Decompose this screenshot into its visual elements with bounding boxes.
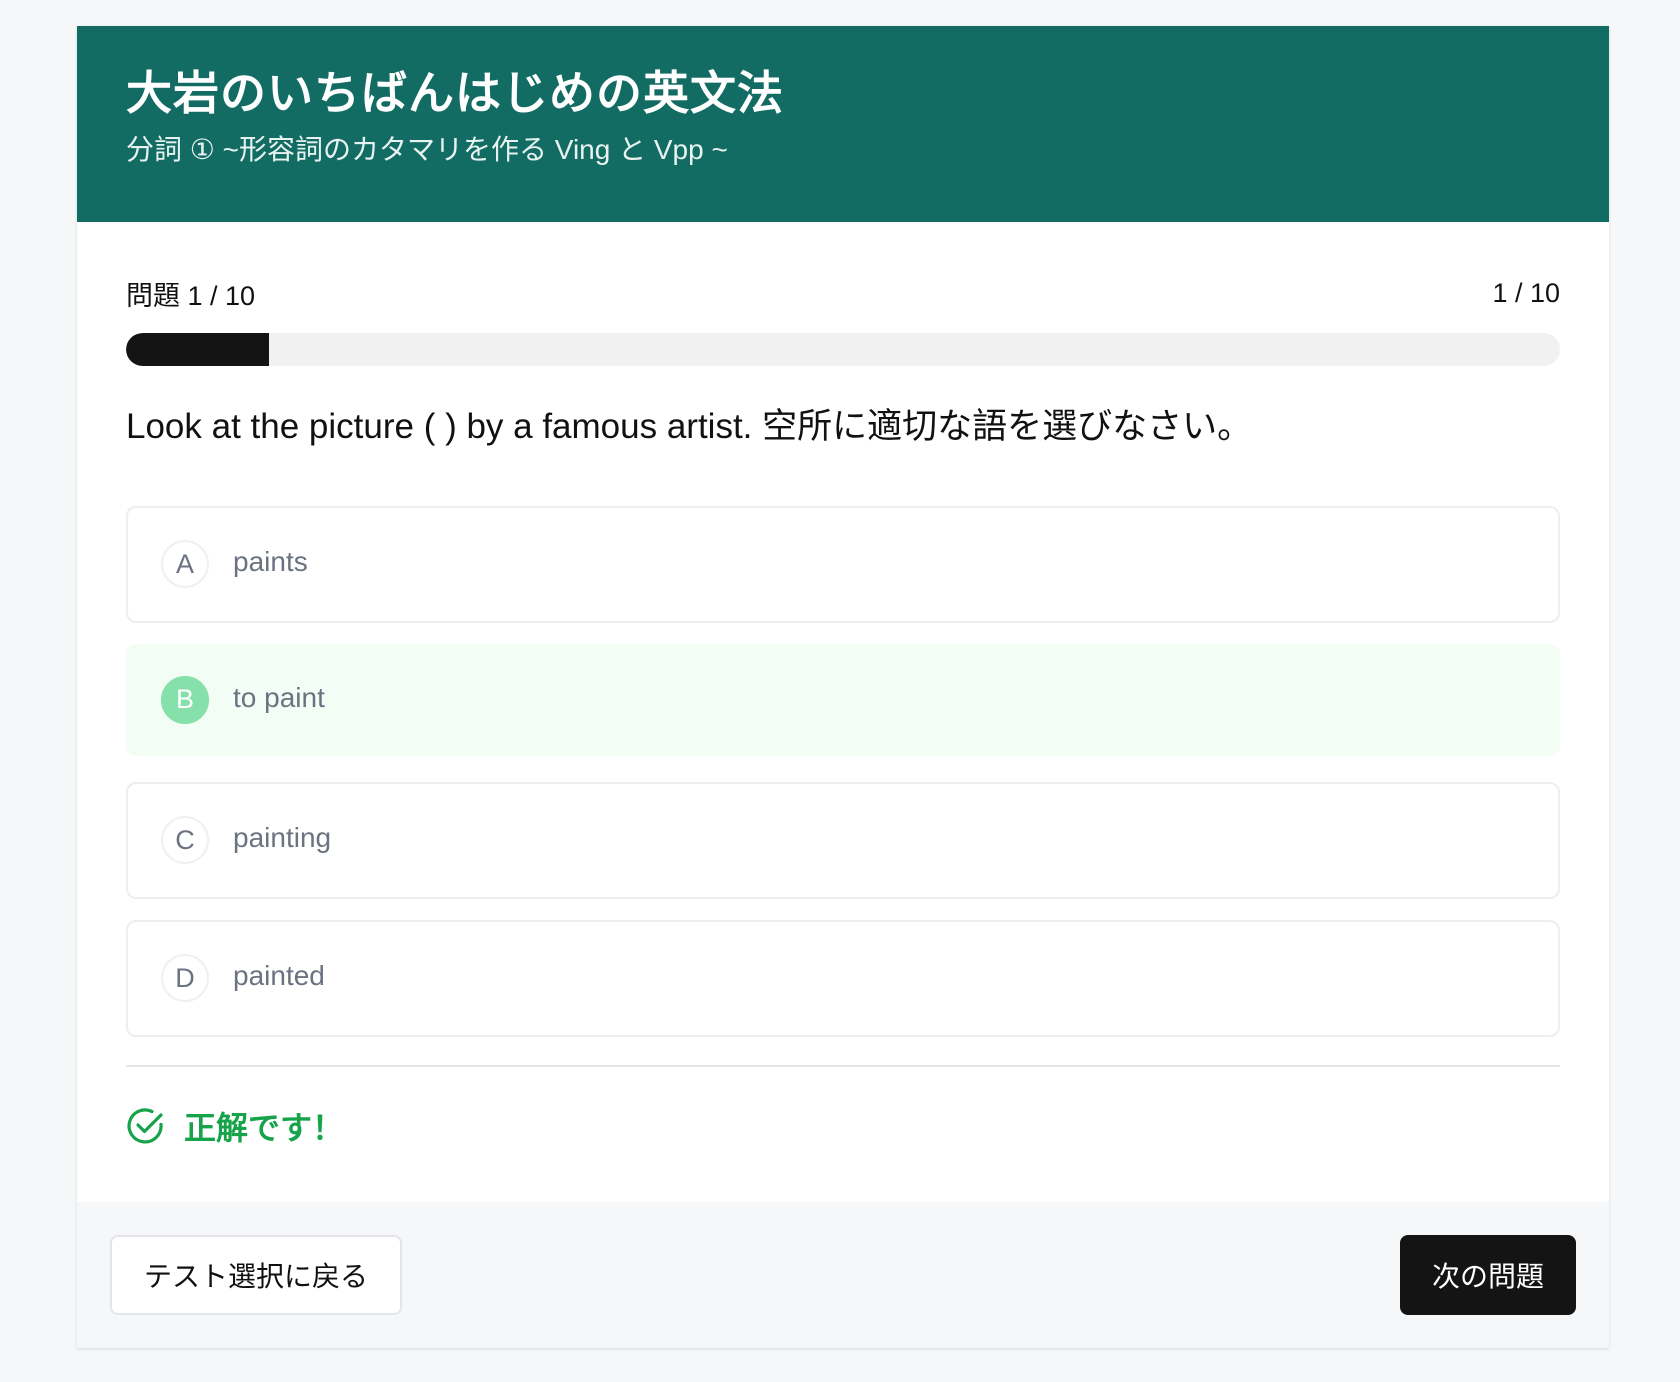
option-label: painting [233, 822, 332, 853]
progress-bar [126, 333, 1560, 366]
quiz-card: 大岩のいちばんはじめの英文法 分詞 ① ~形容詞のカタマリを作る Ving と … [77, 26, 1609, 1348]
option-a[interactable]: A paints [126, 505, 1560, 623]
option-letter-badge: B [161, 675, 209, 724]
progress-bar-fill [126, 333, 270, 366]
option-letter-badge: A [161, 540, 209, 588]
question-counter: 1 / 10 [1492, 278, 1560, 308]
option-c[interactable]: C painting [126, 781, 1560, 899]
option-d[interactable]: D painted [126, 919, 1560, 1037]
question-text: Look at the picture ( ) by a famous arti… [126, 407, 1253, 446]
result-text: 正解です！ [184, 1109, 345, 1146]
option-label: to paint [233, 681, 325, 713]
option-label: paints [233, 546, 308, 577]
option-label: painted [233, 960, 325, 991]
back-to-test-selection-button[interactable]: テスト選択に戻る [110, 1235, 402, 1315]
answer-options: A paints B to paint C painting D painted [126, 505, 1560, 1037]
option-b[interactable]: B to paint [126, 643, 1560, 756]
check-circle-icon [127, 1107, 163, 1143]
result-message: 正解です！ [126, 1103, 1560, 1149]
quiz-footer: テスト選択に戻る 次の問題 [77, 1202, 1609, 1348]
quiz-subtitle: 分詞 ① ~形容詞のカタマリを作る Ving と Vpp ~ [126, 133, 728, 165]
quiz-header: 大岩のいちばんはじめの英文法 分詞 ① ~形容詞のカタマリを作る Ving と … [77, 26, 1609, 222]
divider [126, 1064, 1560, 1067]
option-letter-badge: D [161, 954, 209, 1002]
question-number-label: 問題 1 / 10 [126, 281, 256, 311]
progress-row: 問題 1 / 10 1 / 10 [126, 274, 1560, 313]
quiz-title: 大岩のいちばんはじめの英文法 [126, 67, 784, 119]
quiz-body: 問題 1 / 10 1 / 10 Look at the picture ( )… [77, 274, 1609, 1149]
option-letter-badge: C [161, 816, 209, 864]
next-question-button[interactable]: 次の問題 [1400, 1235, 1576, 1315]
